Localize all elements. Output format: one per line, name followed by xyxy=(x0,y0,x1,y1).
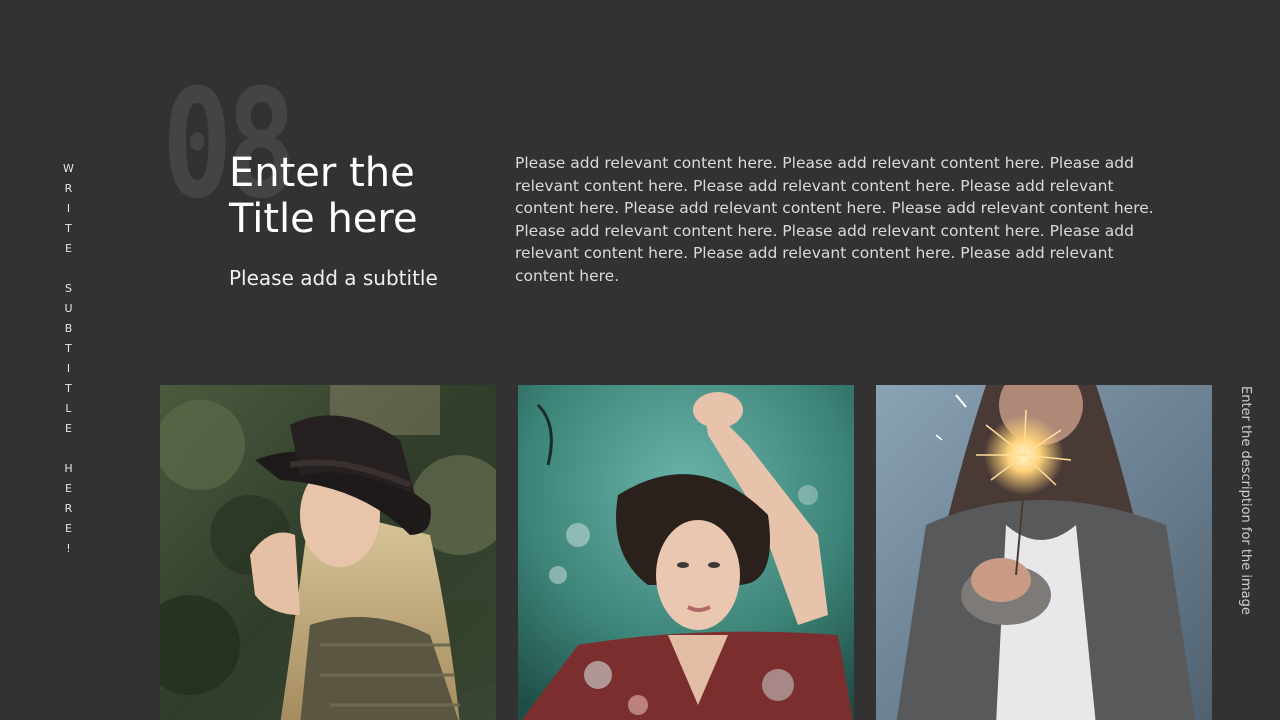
portrait-photo-sparkler-icon xyxy=(876,385,1212,720)
side-subtitle: WRITE SUBTITLE HERE! xyxy=(62,162,75,562)
photo-sparkler xyxy=(876,385,1212,720)
portrait-photo-hat-woman-icon xyxy=(160,385,496,720)
image-description: Enter the description for the image xyxy=(1238,386,1253,615)
photo-water-woman xyxy=(518,385,854,720)
slide-subtitle: Please add a subtitle xyxy=(229,266,438,290)
slide-title: Enter the Title here xyxy=(229,150,418,242)
body-text: Please add relevant content here. Please… xyxy=(515,154,1154,285)
slide: WRITE SUBTITLE HERE! 08 Enter the Title … xyxy=(0,0,1280,720)
photo-hat-woman xyxy=(160,385,496,720)
portrait-photo-woman-in-water-icon xyxy=(518,385,854,720)
